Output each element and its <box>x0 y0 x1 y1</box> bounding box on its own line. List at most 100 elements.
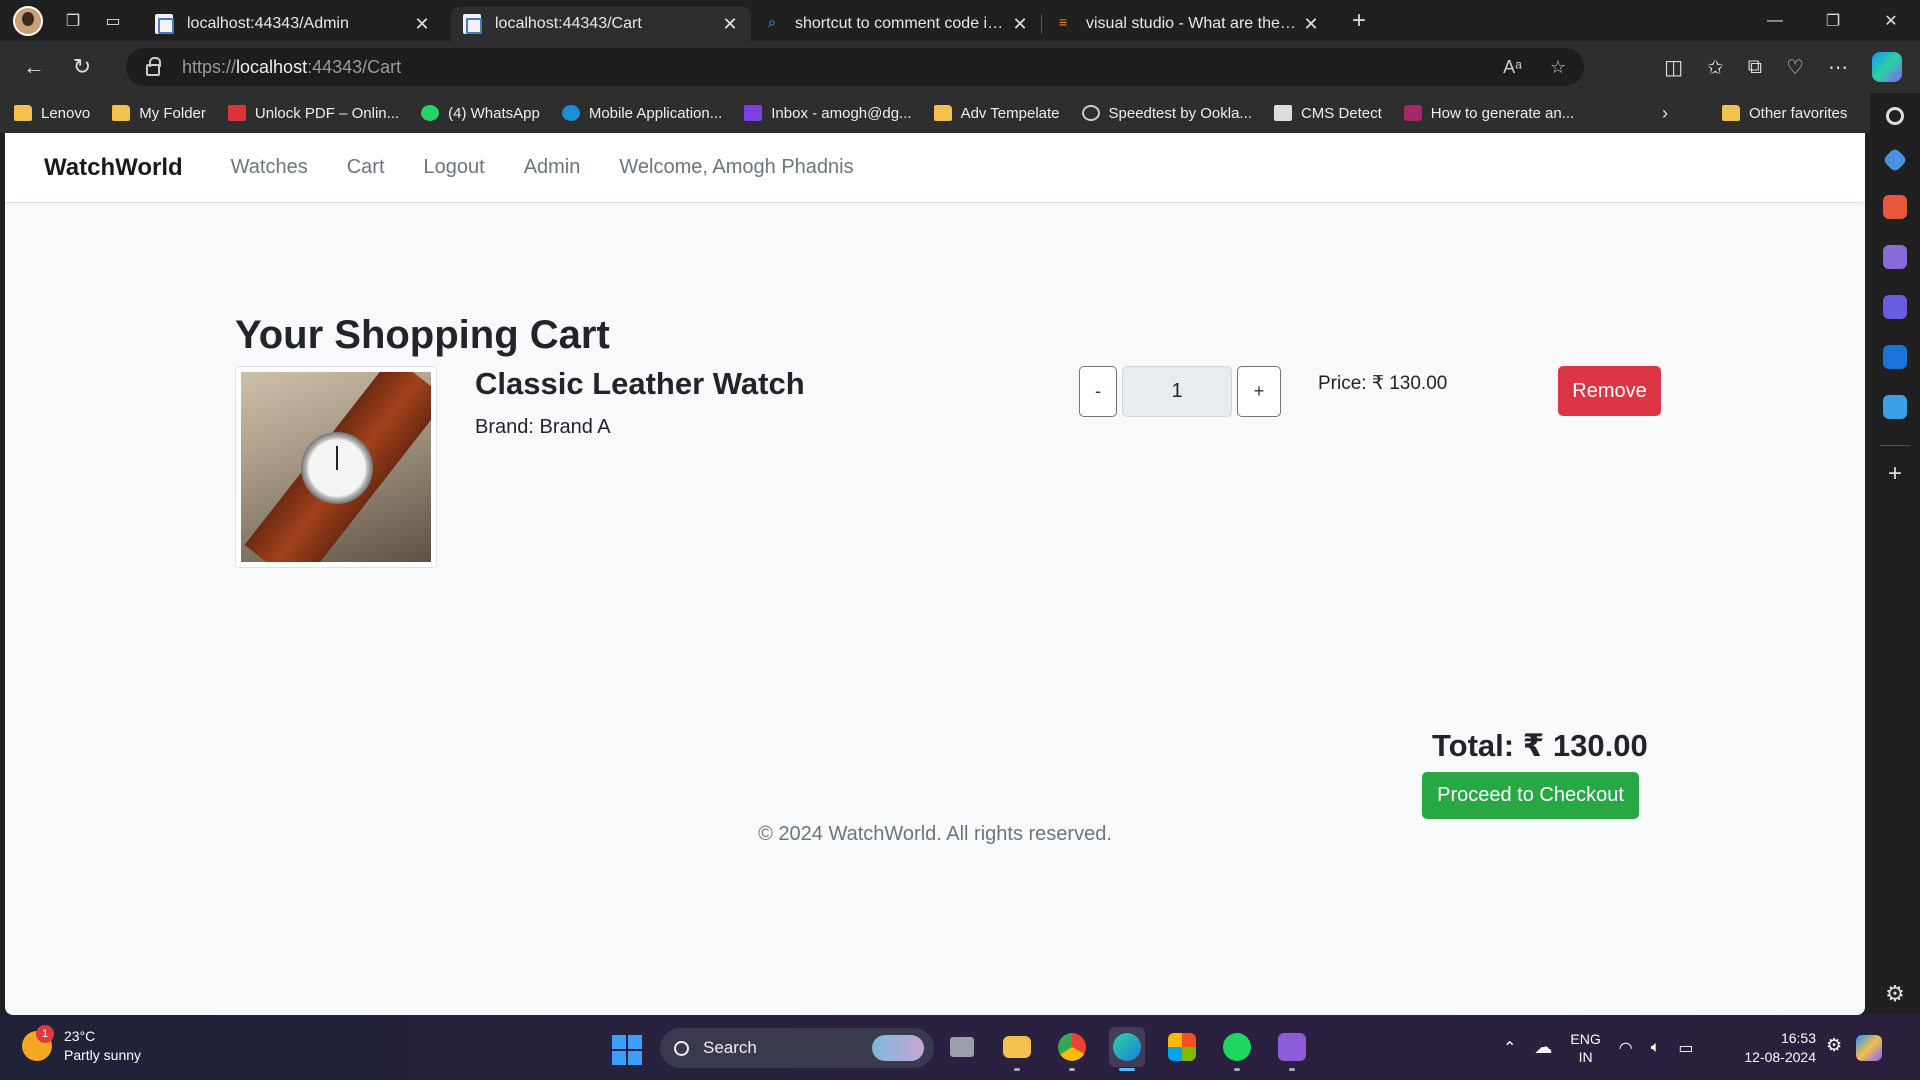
favorite-item[interactable]: (4) WhatsApp <box>421 105 540 122</box>
more-menu-icon[interactable]: ⋯ <box>1828 55 1848 80</box>
notification-badge: 1 <box>36 1025 54 1043</box>
language-code: ENG <box>1570 1030 1601 1047</box>
nav-admin[interactable]: Admin <box>524 156 581 179</box>
read-aloud-icon[interactable]: Aᵃ <box>1503 57 1522 78</box>
close-window-icon[interactable]: ✕ <box>1862 0 1920 41</box>
favorite-item[interactable]: Lenovo <box>14 105 90 122</box>
close-icon[interactable]: ✕ <box>1009 14 1031 35</box>
tools-icon[interactable] <box>1883 195 1907 219</box>
spotify-button[interactable] <box>1219 1027 1255 1071</box>
onedrive-icon[interactable]: ☁ <box>1534 1037 1552 1058</box>
weather-widget[interactable]: 1 23°C Partly sunny <box>22 1025 142 1065</box>
nav-cart[interactable]: Cart <box>347 156 385 179</box>
search-highlight-art <box>872 1035 924 1061</box>
decrease-quantity-button[interactable]: - <box>1079 366 1117 417</box>
settings-gear-icon[interactable]: ⚙ <box>1826 1035 1842 1061</box>
edge-icon <box>1113 1033 1141 1061</box>
collections-icon[interactable]: ⧉ <box>1748 56 1762 79</box>
favorite-item[interactable]: Adv Tempelate <box>933 105 1060 122</box>
outlook-icon[interactable] <box>1883 345 1907 369</box>
restore-icon[interactable]: ❐ <box>1804 0 1862 41</box>
region-code: IN <box>1578 1048 1593 1065</box>
folder-icon <box>1003 1036 1031 1058</box>
increase-quantity-button[interactable]: + <box>1237 366 1281 417</box>
nav-logout[interactable]: Logout <box>424 156 485 179</box>
battery-icon[interactable]: ▭ <box>1678 1038 1693 1058</box>
proceed-to-checkout-button[interactable]: Proceed to Checkout <box>1422 772 1639 819</box>
site-navbar: WatchWorld Watches Cart Logout Admin Wel… <box>5 133 1865 203</box>
copilot-sidebar-icon[interactable] <box>1883 295 1907 319</box>
favorite-item[interactable]: Speedtest by Ookla... <box>1081 105 1252 122</box>
running-indicator <box>1234 1068 1240 1071</box>
tab-title: localhost:44343/Cart <box>495 15 642 32</box>
new-tab-button[interactable]: + <box>1344 7 1374 35</box>
store-button[interactable] <box>1164 1027 1200 1067</box>
favorite-star-icon[interactable]: ☆ <box>1550 57 1566 78</box>
split-screen-icon[interactable]: ◫ <box>1664 55 1683 80</box>
quantity-input[interactable] <box>1122 366 1232 417</box>
workspaces-icon[interactable]: ❒ <box>55 6 91 36</box>
tab-cart[interactable]: localhost:44343/Cart ✕ <box>451 7 751 41</box>
browser-tab-strip: ❒ ▭ localhost:44343/Admin ✕ localhost:44… <box>0 0 1920 41</box>
weather-sun-icon: 1 <box>22 1025 54 1061</box>
close-icon[interactable]: ✕ <box>719 14 741 35</box>
chrome-button[interactable] <box>1054 1027 1090 1071</box>
browser-toolbar: ← ↻ https://localhost:44343/Cart Aᵃ ☆ ◫ … <box>0 41 1920 93</box>
back-arrow-icon[interactable]: ← <box>14 47 54 87</box>
favorite-item[interactable]: Mobile Application... <box>561 105 722 122</box>
welcome-text: Welcome, Amogh Phadnis <box>619 156 854 178</box>
clock-time: 16:53 <box>1780 1030 1816 1046</box>
send-icon[interactable] <box>1883 395 1907 419</box>
file-explorer-button[interactable] <box>999 1027 1035 1071</box>
profile-avatar[interactable] <box>13 5 43 36</box>
wifi-icon[interactable]: ◠ <box>1619 1038 1633 1058</box>
mail-icon <box>744 105 763 121</box>
favorites-icon[interactable]: ✩ <box>1707 55 1724 80</box>
volume-icon[interactable]: 🔈︎ <box>1651 1039 1661 1057</box>
taskbar-search[interactable]: Search <box>660 1028 934 1068</box>
tab-search[interactable]: ⌕ shortcut to comment code in visu ✕ <box>751 7 1041 41</box>
edge-button[interactable] <box>1109 1027 1145 1071</box>
language-indicator[interactable]: ENG IN <box>1570 1030 1600 1066</box>
copilot-icon[interactable] <box>1856 1035 1883 1061</box>
weather-description: Partly sunny <box>64 1047 142 1063</box>
other-favorites[interactable]: Other favorites <box>1722 93 1847 133</box>
refresh-icon[interactable]: ↻ <box>62 47 102 87</box>
favorites-bar: Lenovo My Folder Unlock PDF – Onlin... (… <box>0 93 1870 133</box>
favorite-item[interactable]: Unlock PDF – Onlin... <box>227 105 399 122</box>
site-brand[interactable]: WatchWorld <box>44 154 183 182</box>
remove-button[interactable]: Remove <box>1558 366 1661 416</box>
games-icon[interactable] <box>1883 245 1907 269</box>
copilot-icon[interactable] <box>1872 52 1902 82</box>
lock-icon[interactable] <box>146 56 161 76</box>
tab-stackoverflow[interactable]: ≡ visual studio - What are the key s ✕ <box>1042 7 1332 41</box>
chevron-right-icon[interactable]: › <box>1662 93 1668 133</box>
site-footer: © 2024 WatchWorld. All rights reserved. <box>5 823 1865 846</box>
task-view-button[interactable] <box>944 1027 980 1067</box>
web-page: WatchWorld Watches Cart Logout Admin Wel… <box>5 133 1865 1015</box>
favorite-item[interactable]: How to generate an... <box>1403 105 1574 122</box>
visual-studio-button[interactable] <box>1274 1027 1310 1071</box>
favorite-item[interactable]: My Folder <box>112 105 206 122</box>
tab-admin[interactable]: localhost:44343/Admin ✕ <box>143 7 443 41</box>
address-bar[interactable]: https://localhost:44343/Cart Aᵃ ☆ <box>126 48 1584 86</box>
browser-essentials-icon[interactable]: ♡ <box>1786 55 1804 80</box>
settings-gear-icon[interactable]: ⚙ <box>1885 981 1905 1007</box>
vertical-tabs-icon[interactable]: ▭ <box>95 6 131 36</box>
close-icon[interactable]: ✕ <box>411 14 433 35</box>
minimize-icon[interactable]: — <box>1746 0 1804 41</box>
nav-watches[interactable]: Watches <box>231 156 308 179</box>
search-icon[interactable] <box>1886 107 1904 125</box>
url-text[interactable]: https://localhost:44343/Cart <box>182 57 401 78</box>
favorite-item[interactable]: Inbox - amogh@dg... <box>744 105 912 122</box>
favorite-item[interactable]: CMS Detect <box>1273 105 1382 122</box>
shopping-tag-icon[interactable] <box>1882 147 1908 173</box>
clock[interactable]: 16:53 12-08-2024 <box>1736 1029 1816 1067</box>
page-icon <box>155 14 174 34</box>
chevron-up-icon[interactable]: ⌃ <box>1503 1038 1516 1058</box>
close-icon[interactable]: ✕ <box>1300 14 1322 35</box>
product-thumbnail <box>235 366 437 568</box>
add-icon[interactable]: + <box>1888 460 1902 488</box>
running-indicator <box>1069 1068 1075 1071</box>
start-button[interactable] <box>612 1035 642 1065</box>
